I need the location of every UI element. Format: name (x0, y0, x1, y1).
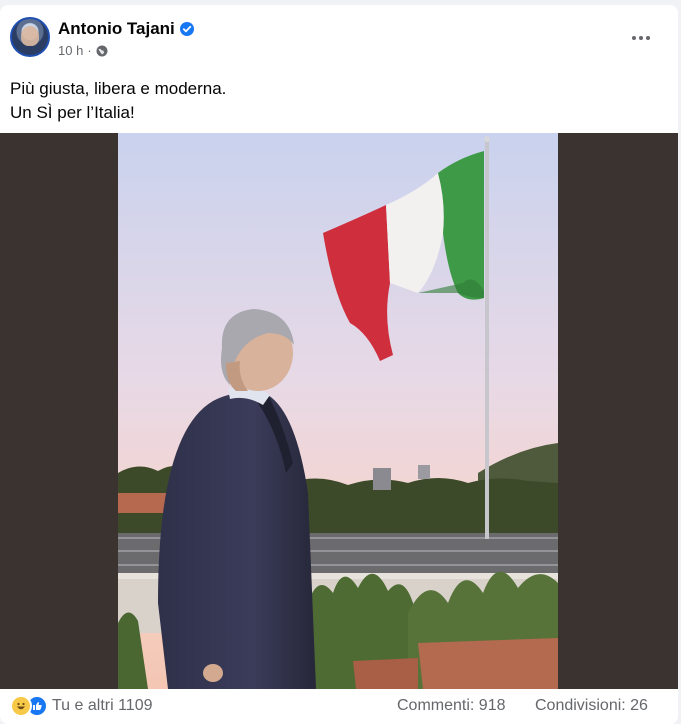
post-meta: 10 h · (58, 43, 108, 58)
shares-count[interactable]: Condivisioni: 26 (535, 697, 648, 715)
post-footer: Tu e altri 1109 Commenti: 918 Condivisio… (10, 691, 668, 719)
globe-icon (96, 45, 108, 57)
reactions-count[interactable]: Tu e altri 1109 (52, 697, 153, 715)
author-row: Antonio Tajani (58, 19, 194, 39)
post-text-line-2: Un SÌ per l’Italia! (10, 103, 135, 122)
post-time[interactable]: 10 h (58, 43, 83, 58)
post-header: Antonio Tajani 10 h · (10, 17, 668, 61)
reactions-summary[interactable]: Tu e altri 1109 (10, 695, 153, 717)
more-options-icon[interactable] (626, 23, 656, 53)
author-name[interactable]: Antonio Tajani (58, 19, 175, 39)
meta-separator: · (87, 43, 92, 58)
author-avatar[interactable] (10, 17, 50, 57)
post-photo[interactable] (118, 133, 558, 689)
verified-badge-icon (179, 22, 194, 36)
post-text-line-1: Più giusta, libera e moderna. (10, 79, 227, 98)
haha-reaction-icon (10, 695, 32, 717)
post-text: Più giusta, libera e moderna. Un SÌ per … (10, 77, 226, 125)
comments-count[interactable]: Commenti: 918 (397, 697, 506, 715)
post-card: Antonio Tajani 10 h · Più giusta, libera… (0, 5, 678, 724)
post-media[interactable] (0, 133, 678, 689)
